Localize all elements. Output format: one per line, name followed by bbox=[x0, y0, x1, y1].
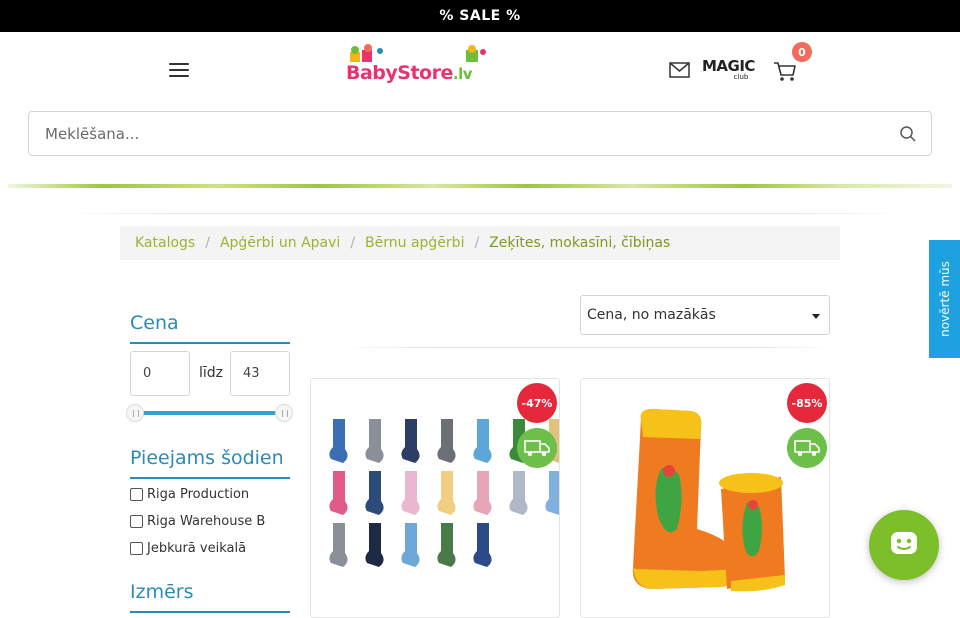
search-input[interactable] bbox=[29, 112, 889, 155]
sock-illustration bbox=[365, 523, 384, 567]
product-card[interactable]: -85% bbox=[580, 378, 830, 618]
sale-banner[interactable]: % SALE % bbox=[0, 0, 960, 32]
sock-illustration bbox=[401, 471, 420, 515]
sock-illustration bbox=[437, 523, 456, 567]
price-min-input[interactable]: 0 bbox=[130, 351, 190, 396]
sock-illustration bbox=[437, 471, 456, 515]
logo-text: BabyStore.lv bbox=[346, 62, 473, 84]
checkbox[interactable] bbox=[130, 488, 143, 501]
mail-icon[interactable] bbox=[668, 60, 692, 80]
sock-illustration bbox=[473, 419, 492, 463]
sock-illustration bbox=[365, 471, 384, 515]
sort-select[interactable]: Cena, no mazākās bbox=[580, 295, 830, 335]
price-slider-track[interactable] bbox=[135, 411, 285, 415]
breadcrumb-separator: / bbox=[474, 235, 480, 251]
checkbox[interactable] bbox=[130, 542, 143, 555]
decorative-divider bbox=[8, 184, 952, 188]
site-header: BabyStore.lv MAGIC club 0 bbox=[0, 32, 960, 108]
sock-illustration bbox=[509, 471, 528, 515]
sock-illustration bbox=[473, 471, 492, 515]
hamburger-icon[interactable] bbox=[169, 61, 191, 79]
price-slider-min-handle[interactable] bbox=[126, 404, 144, 422]
filter-size-title[interactable]: Izmērs bbox=[130, 581, 290, 613]
sock-illustration bbox=[329, 471, 348, 515]
sock-illustration bbox=[401, 523, 420, 567]
price-max-input[interactable]: 43 bbox=[230, 351, 290, 396]
sock-illustration bbox=[437, 419, 456, 463]
sock-illustration bbox=[365, 419, 384, 463]
product-card[interactable]: -47% bbox=[310, 378, 560, 618]
sock-illustration bbox=[545, 471, 559, 515]
sock-illustration bbox=[401, 419, 420, 463]
filter-option-riga-production[interactable]: Riga Production bbox=[130, 487, 249, 502]
breadcrumb-katalogs[interactable]: Katalogs bbox=[135, 235, 195, 251]
filter-availability-title[interactable]: Pieejams šodien bbox=[130, 447, 290, 479]
breadcrumb-bernu-apgerbi[interactable]: Bērnu apģērbi bbox=[365, 235, 464, 251]
discount-badge: -85% bbox=[787, 383, 827, 423]
breadcrumb-apgerbi-apavi[interactable]: Apģērbi un Apavi bbox=[220, 235, 340, 251]
chat-button[interactable] bbox=[869, 510, 939, 580]
cart-icon[interactable] bbox=[772, 58, 798, 84]
sock-illustration bbox=[329, 523, 348, 567]
chat-icon bbox=[891, 532, 917, 554]
divider bbox=[60, 213, 910, 214]
checkbox[interactable] bbox=[130, 515, 143, 528]
search-icon[interactable] bbox=[899, 125, 917, 143]
breadcrumb-separator: / bbox=[350, 235, 356, 251]
filter-price-title[interactable]: Cena bbox=[130, 312, 290, 344]
breadcrumb-current: Zeķītes, mokasīni, čībiņas bbox=[489, 235, 671, 251]
filter-option-any-store[interactable]: Jebkurā veikalā bbox=[130, 541, 246, 556]
price-to-label: līdz bbox=[199, 365, 224, 381]
magic-club-logo[interactable]: MAGIC club bbox=[702, 58, 760, 84]
breadcrumb-separator: / bbox=[205, 235, 210, 251]
discount-badge: -47% bbox=[517, 383, 557, 423]
chevron-down-icon bbox=[812, 314, 820, 319]
price-slider-max-handle[interactable] bbox=[275, 404, 293, 422]
divider bbox=[340, 347, 840, 348]
logo-flowers bbox=[350, 44, 486, 62]
filter-option-riga-warehouse-b[interactable]: Riga Warehouse B bbox=[130, 514, 265, 529]
sale-banner-text: % SALE % bbox=[439, 8, 521, 24]
sock-illustration bbox=[473, 523, 492, 567]
rate-us-tab[interactable]: novērtē mūs bbox=[926, 240, 960, 358]
sort-selected-value: Cena, no mazākās bbox=[587, 307, 716, 323]
cart-count-badge: 0 bbox=[792, 42, 812, 62]
search-bar bbox=[28, 111, 932, 156]
breadcrumb: Katalogs / Apģērbi un Apavi / Bērnu apģē… bbox=[120, 226, 840, 260]
truck-icon bbox=[787, 428, 827, 468]
site-logo[interactable]: BabyStore.lv bbox=[346, 44, 492, 88]
truck-icon bbox=[517, 428, 557, 468]
sock-illustration bbox=[329, 419, 348, 463]
